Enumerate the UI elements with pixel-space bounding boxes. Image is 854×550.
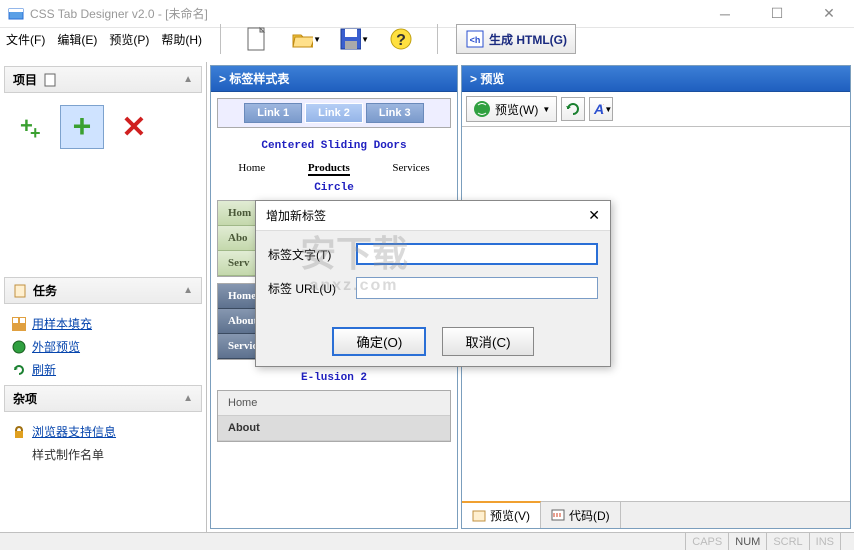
menu-file[interactable]: 文件(F) — [6, 31, 45, 48]
preview-tab-icon — [472, 509, 486, 523]
titlebar: CSS Tab Designer v2.0 - [未命名] ─ ☐ ✕ — [0, 0, 854, 28]
dialog-close-button[interactable]: ✕ — [588, 207, 600, 224]
save-icon[interactable]: ▼ — [337, 23, 369, 55]
svg-text:+: + — [73, 109, 92, 144]
menubar: 文件(F) 编辑(E) 预览(P) 帮助(H) ▼ ▼ ? <h 生成 HTML… — [0, 28, 854, 50]
status-scrl: SCRL — [766, 533, 808, 550]
add-tab-dialog: 增加新标签 ✕ 标签文字(T) 标签 URL(U) 确定(O) 取消(C) — [255, 200, 611, 367]
label-url-label: 标签 URL(U) — [268, 280, 348, 297]
statusbar: CAPS NUM SCRL INS — [0, 532, 854, 550]
ok-button[interactable]: 确定(O) — [332, 327, 426, 356]
refresh-icon — [12, 363, 26, 377]
preview-dropdown-button[interactable]: 预览(W) ▼ — [466, 96, 557, 122]
menu-help[interactable]: 帮助(H) — [161, 31, 202, 48]
add-button[interactable]: + — [60, 105, 104, 149]
dialog-title: 增加新标签 — [266, 207, 326, 224]
chevron-up-icon: ▲ — [183, 393, 193, 404]
cancel-button[interactable]: 取消(C) — [442, 327, 533, 356]
font-button[interactable]: A▼ — [589, 97, 613, 121]
svg-text:+: + — [30, 123, 41, 143]
tab-preview[interactable]: 预览(V) — [462, 501, 541, 528]
chevron-down-icon: ▼ — [542, 105, 550, 114]
clipboard-icon — [13, 284, 27, 298]
add-multi-button[interactable]: ++ — [8, 105, 52, 149]
open-icon[interactable]: ▼ — [289, 23, 321, 55]
html-icon: <h — [465, 29, 485, 49]
help-icon[interactable]: ? — [385, 23, 417, 55]
misc-header[interactable]: 杂项 ▲ — [4, 385, 202, 412]
chevron-up-icon: ▲ — [183, 74, 193, 85]
lock-icon — [12, 425, 26, 439]
sample-sliding-doors[interactable]: Link 1 Link 2 Link 3 — [217, 98, 451, 128]
sample-nav[interactable]: Home Products Services — [217, 158, 451, 176]
label-text-label: 标签文字(T) — [268, 246, 348, 263]
chevron-up-icon: ▲ — [183, 285, 193, 296]
refresh-preview-button[interactable] — [561, 97, 585, 121]
document-icon — [43, 73, 57, 87]
maximize-button[interactable]: ☐ — [760, 4, 794, 24]
status-ins: INS — [809, 533, 840, 550]
window-title: CSS Tab Designer v2.0 - [未命名] — [30, 5, 208, 22]
task-fill-sample[interactable]: 用样本填充 — [12, 312, 194, 335]
grid-icon — [12, 317, 26, 331]
label-url-input[interactable] — [356, 277, 598, 299]
svg-text:A: A — [593, 101, 604, 117]
label-text-input[interactable] — [356, 243, 598, 265]
close-button[interactable]: ✕ — [812, 4, 846, 24]
misc-credits[interactable]: 样式制作名单 — [12, 443, 194, 466]
task-refresh[interactable]: 刷新 — [12, 358, 194, 381]
generate-html-button[interactable]: <h 生成 HTML(G) — [456, 24, 576, 54]
misc-browser-support[interactable]: 浏览器支持信息 — [12, 420, 194, 443]
sample-gray[interactable]: Home About — [217, 390, 451, 442]
svg-text:✕: ✕ — [121, 111, 146, 144]
sidebar: 项目 ▲ ++ + ✕ 任务 ▲ 用样本填充 外部预览 刷新 杂项 ▲ 浏览器支… — [0, 62, 207, 532]
globe-icon — [473, 100, 491, 118]
task-external-preview[interactable]: 外部预览 — [12, 335, 194, 358]
status-caps: CAPS — [685, 533, 728, 550]
preview-panel-header: > 预览 — [462, 66, 850, 92]
projects-header[interactable]: 项目 ▲ — [4, 66, 202, 93]
status-num: NUM — [728, 533, 766, 550]
menu-preview[interactable]: 预览(P) — [109, 31, 149, 48]
minimize-button[interactable]: ─ — [708, 4, 742, 24]
svg-text:<h: <h — [470, 35, 481, 45]
menu-edit[interactable]: 编辑(E) — [57, 31, 97, 48]
app-icon — [8, 6, 24, 22]
styles-panel-header: > 标签样式表 — [211, 66, 457, 92]
tasks-header[interactable]: 任务 ▲ — [4, 277, 202, 304]
globe-icon — [12, 340, 26, 354]
new-icon[interactable] — [241, 23, 273, 55]
tab-code[interactable]: 代码(D) — [541, 502, 621, 528]
resize-grip[interactable] — [840, 533, 854, 550]
svg-text:?: ? — [396, 32, 406, 49]
delete-button[interactable]: ✕ — [112, 105, 156, 149]
code-tab-icon — [551, 508, 565, 522]
